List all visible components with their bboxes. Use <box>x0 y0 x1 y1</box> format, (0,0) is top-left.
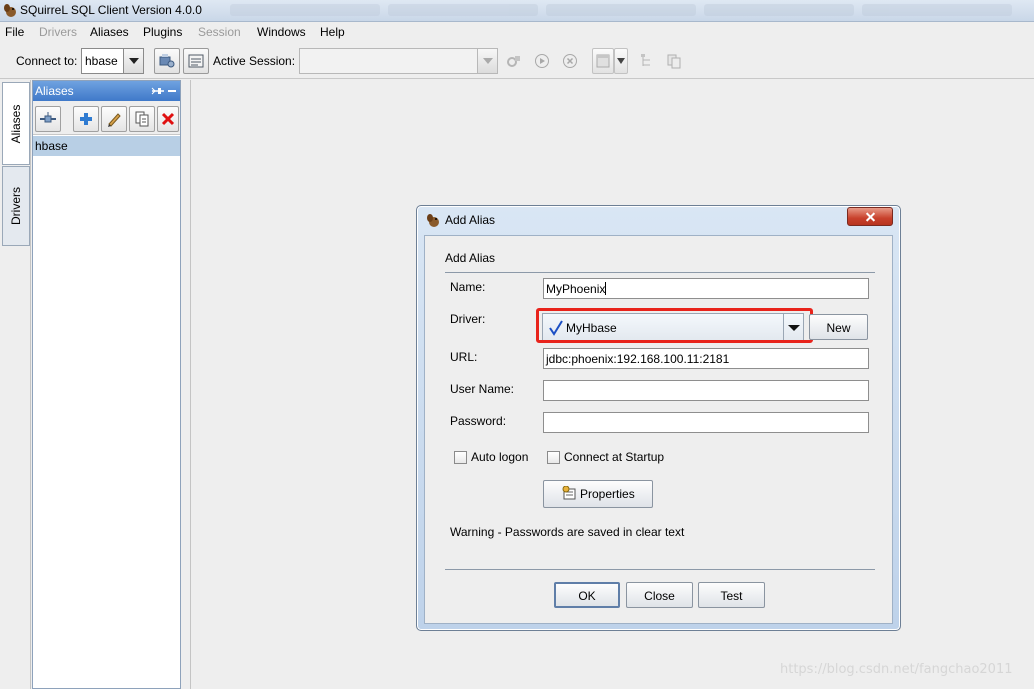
dialog-heading: Add Alias <box>445 251 496 265</box>
edit-alias-button[interactable] <box>101 106 127 132</box>
name-field-value: MyPhoenix <box>546 282 607 296</box>
window-title: SQuirreL SQL Client Version 4.0.0 <box>20 3 202 17</box>
connect-to-value: hbase <box>85 54 118 68</box>
new-sql-tab-button[interactable] <box>183 48 209 74</box>
delete-alias-button[interactable] <box>157 106 179 132</box>
driver-label: Driver: <box>450 312 486 326</box>
close-button[interactable]: Close <box>626 582 693 608</box>
sql-icon <box>188 54 204 68</box>
session-icon <box>507 56 520 67</box>
menu-plugins[interactable]: Plugins <box>143 25 182 39</box>
window-icon <box>596 54 610 68</box>
menu-file[interactable]: File <box>5 25 24 39</box>
ok-button-label: OK <box>578 589 596 603</box>
add-icon <box>80 113 92 125</box>
test-button[interactable]: Test <box>698 582 765 608</box>
connect-alias-button[interactable] <box>35 106 61 132</box>
cascade-windows-button[interactable] <box>634 48 660 74</box>
tab-drivers[interactable]: Drivers <box>2 166 30 246</box>
window-layout-button[interactable] <box>592 48 614 74</box>
url-label: URL: <box>450 350 478 364</box>
new-driver-button[interactable]: New <box>809 314 868 340</box>
connect-to-label: Connect to: <box>16 54 78 68</box>
tree-icon <box>641 54 650 66</box>
menu-windows[interactable]: Windows <box>257 25 306 39</box>
edit-icon <box>108 113 121 127</box>
chevron-down-icon[interactable] <box>477 49 497 73</box>
heading-divider <box>445 272 875 273</box>
copy-alias-button[interactable] <box>129 106 155 132</box>
dialog-close-button[interactable] <box>847 207 893 226</box>
menu-session[interactable]: Session <box>198 25 241 39</box>
stop-sql-button[interactable] <box>557 48 583 74</box>
run-icon <box>535 54 549 68</box>
watermark: https://blog.csdn.net/fangchao2011 <box>780 662 1013 677</box>
connect-at-startup-label[interactable]: Connect at Startup <box>564 450 664 464</box>
side-tab-strip: Aliases Drivers <box>0 80 31 689</box>
aliases-panel-title: Aliases <box>35 84 74 98</box>
properties-icon <box>562 486 576 500</box>
tab-aliases-label: Aliases <box>9 104 23 143</box>
menu-aliases[interactable]: Aliases <box>90 25 129 39</box>
connect-button[interactable] <box>154 48 180 74</box>
username-label: User Name: <box>450 382 515 396</box>
squirrel-icon <box>4 4 16 17</box>
highlight-annotation <box>536 308 813 343</box>
panel-splitter[interactable] <box>181 80 191 689</box>
footer-divider <box>445 569 875 570</box>
name-label: Name: <box>450 280 486 294</box>
url-field-value: jdbc:phoenix:192.168.100.11:2181 <box>546 352 730 366</box>
copy-icon <box>667 54 681 69</box>
connect-at-startup-checkbox[interactable] <box>547 451 560 464</box>
run-sql-button[interactable] <box>529 48 555 74</box>
password-warning: Warning - Passwords are saved in clear t… <box>450 525 685 539</box>
add-alias-dialog: Add Alias Add Alias Name: MyPhoenix Driv… <box>416 205 901 631</box>
aliases-panel: Aliases hbase <box>32 80 181 689</box>
properties-button[interactable]: Properties <box>543 480 653 508</box>
url-field[interactable]: jdbc:phoenix:192.168.100.11:2181 <box>543 348 869 369</box>
menu-help[interactable]: Help <box>320 25 345 39</box>
title-bar: SQuirreL SQL Client Version 4.0.0 <box>0 0 1034 22</box>
active-session-label: Active Session: <box>213 54 296 68</box>
new-driver-button-label: New <box>826 321 851 335</box>
stop-icon <box>563 54 577 68</box>
squirrel-icon <box>427 214 439 227</box>
menu-drivers[interactable]: Drivers <box>39 25 77 39</box>
connect-to-combo[interactable]: hbase <box>81 48 144 74</box>
test-button-label: Test <box>720 589 743 603</box>
password-field[interactable] <box>543 412 869 433</box>
copy-icon <box>135 111 149 127</box>
menu-bar: File Drivers Aliases Plugins Session Win… <box>0 22 1034 43</box>
background-window-tabs <box>230 4 1030 18</box>
session-properties-button[interactable] <box>501 48 527 74</box>
plug-icon <box>40 112 56 123</box>
tab-drivers-label: Drivers <box>9 187 23 225</box>
minimize-icon[interactable] <box>168 90 176 92</box>
chevron-down-icon <box>617 58 625 64</box>
username-field[interactable] <box>543 380 869 401</box>
delete-icon <box>161 112 175 126</box>
auto-logon-label[interactable]: Auto logon <box>471 450 528 464</box>
pin-icon[interactable] <box>151 85 165 97</box>
tab-aliases[interactable]: Aliases <box>2 82 30 165</box>
tile-windows-button[interactable] <box>661 48 687 74</box>
password-label: Password: <box>450 414 507 428</box>
auto-logon-checkbox[interactable] <box>454 451 467 464</box>
aliases-toolbar <box>33 101 180 135</box>
properties-button-label: Properties <box>580 487 635 501</box>
close-button-label: Close <box>644 589 675 603</box>
ok-button[interactable]: OK <box>554 582 620 608</box>
add-alias-button[interactable] <box>73 106 99 132</box>
dialog-title: Add Alias <box>445 213 496 227</box>
alias-list-item-label: hbase <box>35 139 68 153</box>
main-toolbar: Connect to: hbase Active Session: <box>0 43 1034 79</box>
dialog-content: Add Alias Name: MyPhoenix Driver: MyHbas… <box>424 235 893 624</box>
active-session-combo[interactable] <box>299 48 498 74</box>
window-layout-dropdown[interactable] <box>614 48 628 74</box>
name-field[interactable]: MyPhoenix <box>543 278 869 299</box>
connect-icon <box>159 54 175 68</box>
chevron-down-icon[interactable] <box>123 49 143 73</box>
alias-list-item[interactable]: hbase <box>33 136 180 156</box>
aliases-panel-header: Aliases <box>33 81 180 101</box>
